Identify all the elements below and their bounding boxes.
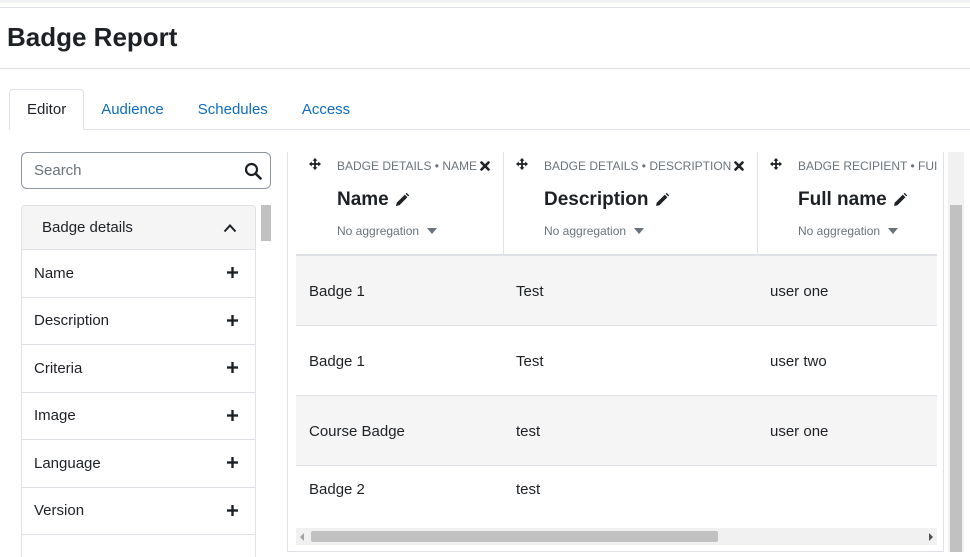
horizontal-scrollbar[interactable] (296, 528, 937, 545)
report-scrollbar-thumb[interactable] (950, 205, 962, 552)
horizontal-scrollbar-thumb[interactable] (311, 531, 718, 542)
column-title: Name (337, 189, 409, 211)
table-row: Badge 1 Test user one (296, 255, 937, 325)
table-row: Course Badge test user one (296, 395, 937, 465)
sidebar-item-label: Image (34, 407, 76, 425)
tab-audience[interactable]: Audience (84, 89, 181, 130)
section-badge-details[interactable]: Badge details (21, 205, 256, 250)
cell-name: Course Badge (309, 422, 405, 440)
scroll-right-arrow-icon[interactable] (929, 533, 933, 541)
pencil-icon[interactable] (893, 193, 907, 207)
column-source-label: BADGE DETAILS • NAME (337, 159, 478, 173)
column-title-text: Description (544, 189, 649, 210)
cell-description: Test (516, 282, 544, 300)
plus-icon[interactable] (227, 267, 238, 279)
caret-down-icon (634, 228, 645, 234)
plus-icon[interactable] (227, 457, 238, 469)
cell-description: test (516, 422, 541, 440)
tab-schedules[interactable]: Schedules (181, 89, 285, 130)
sidebar-item-version[interactable]: Version (21, 487, 256, 535)
plus-icon[interactable] (227, 409, 238, 421)
cell-name: Badge 2 (309, 481, 365, 498)
browser-top-edge (0, 0, 970, 8)
search-box (21, 152, 271, 189)
column-header-full-name: BADGE RECIPIENT • FUI Full name No aggre… (758, 152, 943, 255)
aggregation-dropdown[interactable]: No aggregation (798, 224, 899, 238)
aggregation-dropdown[interactable]: No aggregation (337, 224, 438, 238)
sidebar-item-label: Criteria (34, 359, 83, 377)
column-header-name: BADGE DETAILS • NAME Name No aggregation (297, 152, 504, 255)
chevron-up-icon (223, 224, 237, 233)
column-title-text: Full name (798, 189, 887, 210)
cell-name: Badge 1 (309, 282, 365, 300)
aggregation-value: No aggregation (337, 224, 420, 238)
sidebar-item-label: Description (34, 312, 110, 330)
sidebar-item-description[interactable]: Description (21, 297, 256, 345)
tabs-divider (9, 129, 970, 130)
cell-full-name: user one (770, 282, 829, 300)
report-tabs: Editor Audience Schedules Access (9, 89, 367, 130)
aggregation-dropdown[interactable]: No aggregation (544, 224, 645, 238)
move-icon[interactable] (770, 158, 782, 170)
scroll-left-arrow-icon[interactable] (300, 533, 304, 541)
sidebar-item-language[interactable]: Language (21, 440, 256, 488)
column-title: Description (544, 189, 669, 211)
sidebar-scrollbar[interactable] (261, 205, 271, 241)
sidebar-item-name[interactable]: Name (21, 250, 256, 298)
search-icon[interactable] (244, 162, 262, 180)
column-title-text: Name (337, 189, 389, 210)
column-sidebar: Badge details Name Description Criteria … (21, 205, 256, 557)
aggregation-value: No aggregation (544, 224, 627, 238)
sidebar-item-more[interactable] (21, 535, 256, 557)
sidebar-item-image[interactable]: Image (21, 392, 256, 440)
cell-full-name: user two (770, 352, 827, 370)
pencil-icon[interactable] (395, 193, 409, 207)
column-source-label: BADGE DETAILS • DESCRIPTION (544, 159, 732, 173)
column-header-description: BADGE DETAILS • DESCRIPTION Description … (504, 152, 758, 255)
column-title: Full name (798, 189, 907, 211)
sidebar-item-label: Name (34, 264, 75, 282)
search-input[interactable] (22, 153, 232, 188)
remove-column-icon[interactable] (480, 161, 490, 171)
move-icon[interactable] (516, 158, 528, 170)
cell-full-name: user one (770, 422, 829, 440)
sidebar-item-criteria[interactable]: Criteria (21, 345, 256, 393)
column-source-label: BADGE RECIPIENT • FUI (798, 159, 938, 173)
plus-icon[interactable] (227, 362, 238, 374)
remove-column-icon[interactable] (734, 161, 744, 171)
sidebar-item-label: Version (34, 502, 85, 520)
table-row: Badge 2 test (296, 465, 937, 525)
title-divider (0, 68, 970, 69)
cell-description: Test (516, 352, 544, 370)
plus-icon[interactable] (227, 314, 238, 326)
caret-down-icon (888, 228, 899, 234)
sidebar-item-label: Language (34, 454, 101, 472)
plus-icon[interactable] (227, 504, 238, 516)
page-title: Badge Report (7, 22, 178, 52)
caret-down-icon (427, 228, 438, 234)
pencil-icon[interactable] (655, 193, 669, 207)
move-icon[interactable] (309, 158, 321, 170)
cell-description: test (516, 481, 541, 498)
tab-access[interactable]: Access (285, 89, 367, 130)
table-row: Badge 1 Test user two (296, 325, 937, 395)
section-title: Badge details (42, 219, 133, 236)
cell-name: Badge 1 (309, 352, 365, 370)
aggregation-value: No aggregation (798, 224, 881, 238)
tab-editor[interactable]: Editor (9, 89, 85, 130)
